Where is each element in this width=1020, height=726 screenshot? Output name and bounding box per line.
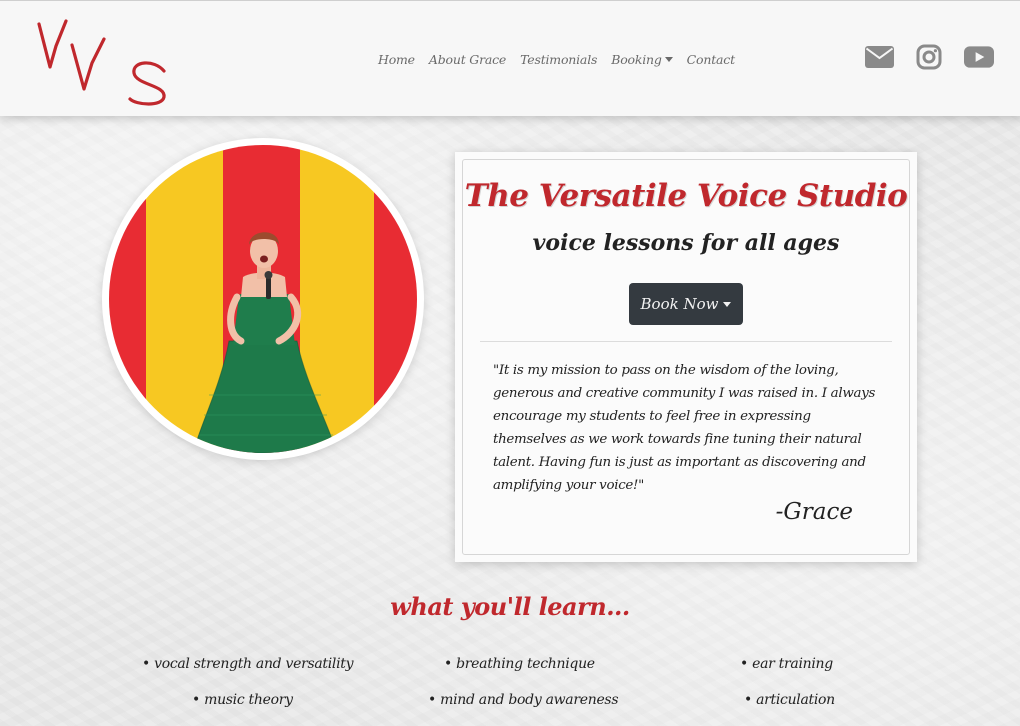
learn-item-text: ear training xyxy=(752,656,833,672)
intro-card: The Versatile Voice Studio voice lessons… xyxy=(455,152,917,562)
navbar: Home About Grace Testimonials Booking Co… xyxy=(0,0,1020,116)
nav-home[interactable]: Home xyxy=(378,52,415,67)
learn-item-text: vocal strength and versatility xyxy=(154,656,354,672)
nav-booking-dropdown[interactable]: Booking xyxy=(611,51,673,67)
learn-item: • vocal strength and versatility xyxy=(142,656,354,672)
hero-photo-singer xyxy=(109,145,417,453)
brand-logo[interactable] xyxy=(36,15,171,107)
learn-item-text: music theory xyxy=(204,692,293,708)
divider xyxy=(480,341,892,342)
nav-booking-label: Booking xyxy=(611,51,662,67)
learn-item: • articulation xyxy=(744,692,835,708)
chevron-down-icon xyxy=(723,301,732,307)
nav-contact[interactable]: Contact xyxy=(687,52,735,67)
social-links xyxy=(864,43,994,71)
envelope-icon[interactable] xyxy=(864,43,894,71)
vvs-logo-mark xyxy=(37,19,166,106)
page-subtitle: voice lessons for all ages xyxy=(532,230,840,256)
learn-item-text: articulation xyxy=(756,692,835,708)
nav-testimonials[interactable]: Testimonials xyxy=(520,52,597,67)
learn-item: • ear training xyxy=(740,656,833,672)
hero-photo-frame xyxy=(102,138,424,460)
instagram-icon[interactable] xyxy=(914,43,944,71)
learn-item-text: breathing technique xyxy=(456,656,595,672)
quote-signature: -Grace xyxy=(775,499,853,525)
page-title: The Versatile Voice Studio xyxy=(464,178,908,214)
main-nav: Home About Grace Testimonials Booking Co… xyxy=(378,49,735,69)
book-now-button[interactable]: Book Now xyxy=(629,283,743,325)
nav-about-grace[interactable]: About Grace xyxy=(429,52,506,67)
youtube-icon[interactable] xyxy=(964,43,994,71)
learn-item: • mind and body awareness xyxy=(428,692,619,708)
mission-quote: "It is my mission to pass on the wisdom … xyxy=(493,363,876,493)
book-now-label: Book Now xyxy=(640,295,719,313)
learn-item-text: mind and body awareness xyxy=(440,692,619,708)
learn-item: • breathing technique xyxy=(444,656,595,672)
learn-section-title: what you'll learn... xyxy=(390,592,630,621)
learn-item: • music theory xyxy=(192,692,293,708)
chevron-down-icon xyxy=(664,56,673,62)
